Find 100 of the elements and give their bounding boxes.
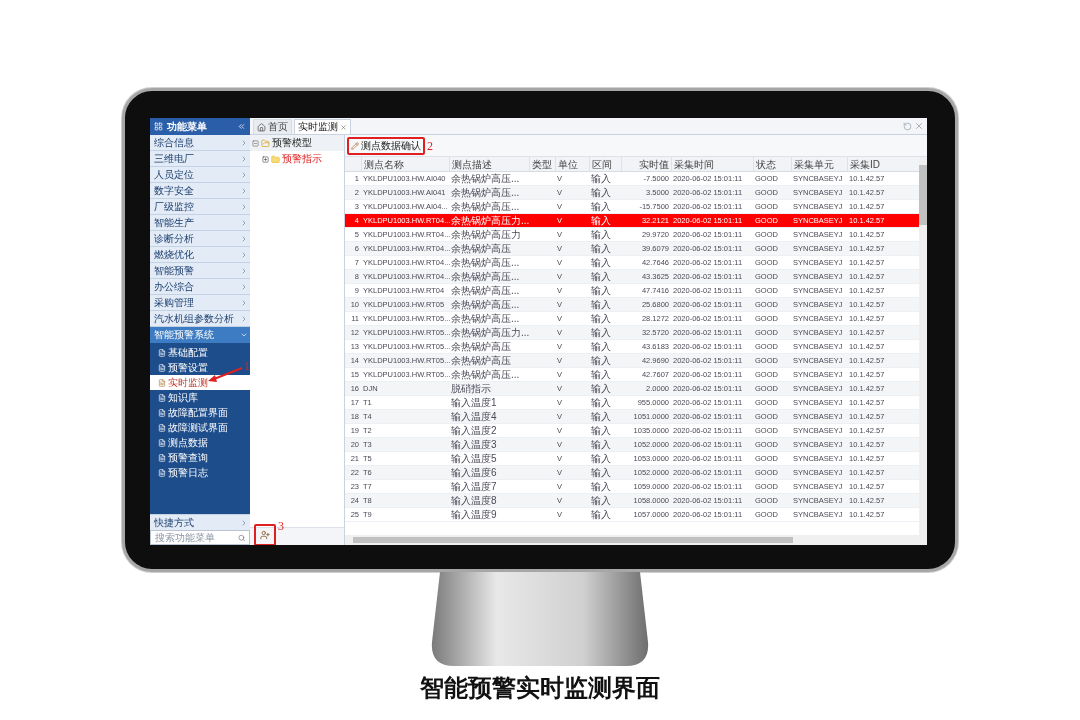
table-cell-text: 输入 bbox=[590, 270, 612, 283]
table-cell-text: 输入 bbox=[590, 382, 612, 395]
menu-search-field[interactable]: 搜索功能菜单 bbox=[150, 530, 250, 545]
horizontal-scrollbar[interactable] bbox=[345, 535, 927, 545]
column-header[interactable]: 采集时间 bbox=[671, 157, 753, 171]
close-icon[interactable] bbox=[914, 121, 924, 131]
column-header[interactable]: 采集ID bbox=[847, 157, 891, 171]
menu-item[interactable]: 三维电厂 bbox=[150, 151, 250, 167]
table-cell-text: 脱硝指示 bbox=[450, 382, 492, 395]
folder-icon bbox=[271, 154, 280, 164]
menu-item[interactable]: 采购管理 bbox=[150, 295, 250, 311]
vertical-scrollbar[interactable] bbox=[919, 157, 927, 535]
close-tab-icon[interactable] bbox=[340, 123, 347, 131]
table-cell-text: 输入 bbox=[590, 508, 612, 521]
table-cell-text: 输入温度3 bbox=[450, 438, 498, 451]
table-cell-text: 输入温度6 bbox=[450, 466, 498, 479]
menu-subitem[interactable]: 预警查询 bbox=[150, 450, 210, 465]
menu-item[interactable]: 汽水机组参数分析 bbox=[150, 311, 250, 327]
menu-subitem[interactable]: 故障配置界面 bbox=[150, 405, 230, 420]
table-cell-text: 输入 bbox=[590, 438, 612, 451]
table-cell-text: 输入温度5 bbox=[450, 452, 498, 465]
tab[interactable]: 实时监测 bbox=[294, 119, 351, 134]
column-header[interactable]: 区间 bbox=[589, 157, 621, 171]
menu-subitem[interactable]: 预警设置 bbox=[150, 360, 210, 375]
table-cell-text: 输入 bbox=[590, 312, 612, 325]
column-header[interactable]: 采集单元 bbox=[791, 157, 847, 171]
table-cell-text: 余热锅炉高压 bbox=[450, 340, 512, 353]
column-header[interactable]: 状态 bbox=[753, 157, 791, 171]
tree-root[interactable]: 预警模型 bbox=[250, 135, 344, 151]
document-icon bbox=[158, 393, 166, 402]
table-cell-text: 输入 bbox=[590, 214, 612, 227]
table-cell-text: 输入 bbox=[590, 396, 612, 409]
table-cell-text: 余热锅炉高压... bbox=[450, 298, 521, 311]
table-cell-text: 输入 bbox=[590, 466, 612, 479]
column-header[interactable]: 类型 bbox=[529, 157, 555, 171]
table-cell-text: 余热锅炉高压... bbox=[450, 256, 521, 269]
table-cell-text: 余热锅炉高压... bbox=[450, 172, 521, 185]
table-cell-text: 输入温度1 bbox=[450, 396, 498, 409]
menu-item[interactable]: 厂级监控 bbox=[150, 199, 250, 215]
table-cell-text: 输入温度8 bbox=[450, 494, 498, 507]
table-cell-text: 输入 bbox=[590, 186, 612, 199]
table-cell-text: 输入 bbox=[590, 480, 612, 493]
expand-toggle-icon[interactable] bbox=[262, 155, 269, 163]
refresh-icon[interactable] bbox=[903, 121, 912, 131]
table-cell-text: 输入 bbox=[590, 354, 612, 367]
table-cell-text: 输入 bbox=[590, 340, 612, 353]
table-cell-text: 输入 bbox=[590, 228, 612, 241]
menu-item[interactable]: 智能预警 bbox=[150, 263, 250, 279]
annotation-number: 2 bbox=[427, 139, 433, 152]
confirm-data-button[interactable]: 测点数据确认 bbox=[351, 140, 421, 151]
table-cell-text: 输入 bbox=[590, 298, 612, 311]
menu-subitem[interactable]: 测点数据 bbox=[150, 435, 210, 450]
menu-group-header[interactable]: 智能预警系统 bbox=[150, 327, 250, 343]
table-cell-text: 输入 bbox=[590, 200, 612, 213]
table-cell-text: 余热锅炉高压... bbox=[450, 186, 521, 199]
chevron-down-icon bbox=[240, 331, 248, 339]
menu-subitem[interactable]: 预警日志 bbox=[150, 465, 210, 480]
table-cell-text: 输入温度7 bbox=[450, 480, 498, 493]
menu-item[interactable]: 诊断分析 bbox=[150, 231, 250, 247]
table-cell-text: 输入 bbox=[590, 368, 612, 381]
menu-item[interactable]: 快捷方式 bbox=[150, 514, 250, 530]
collapse-icon[interactable] bbox=[237, 122, 246, 131]
table-cell-text: 输入 bbox=[590, 284, 612, 297]
annotation-arrow bbox=[206, 366, 244, 384]
column-header[interactable]: 单位 bbox=[555, 157, 589, 171]
menu-item[interactable]: 办公综合 bbox=[150, 279, 250, 295]
table-cell-text: 余热锅炉高压力... bbox=[450, 214, 529, 227]
table-cell-text: 输入 bbox=[590, 410, 612, 423]
menu-item[interactable]: 人员定位 bbox=[150, 167, 250, 183]
document-icon bbox=[158, 453, 166, 462]
search-icon[interactable] bbox=[237, 533, 245, 542]
tab[interactable]: 首页 bbox=[253, 119, 292, 134]
table-cell-text: 余热锅炉高压... bbox=[450, 312, 521, 325]
document-icon bbox=[158, 378, 166, 387]
folder-icon bbox=[261, 138, 270, 148]
table-cell-text: 输入温度4 bbox=[450, 410, 498, 423]
document-icon bbox=[158, 438, 166, 447]
table-cell-text: 输入 bbox=[590, 452, 612, 465]
column-header[interactable]: 测点名称 bbox=[361, 157, 449, 171]
menu-item[interactable]: 智能生产 bbox=[150, 215, 250, 231]
menu-subitem[interactable]: 基础配置 bbox=[150, 345, 210, 360]
column-header[interactable]: 测点描述 bbox=[449, 157, 529, 171]
pencil-icon bbox=[351, 141, 359, 150]
table-cell-text: 输入 bbox=[590, 172, 612, 185]
table-cell-text: 余热锅炉高压... bbox=[450, 284, 521, 297]
document-icon bbox=[158, 348, 166, 357]
menu-item[interactable]: 数字安全 bbox=[150, 183, 250, 199]
table-cell-text: 余热锅炉高压力 bbox=[450, 228, 522, 241]
user-add-icon[interactable] bbox=[260, 529, 270, 540]
table-cell-text: 余热锅炉高压 bbox=[450, 242, 512, 255]
menu-item[interactable]: 综合信息 bbox=[150, 135, 250, 151]
menu-subitem[interactable]: 知识库 bbox=[150, 390, 200, 405]
document-icon bbox=[158, 408, 166, 417]
menu-subitem[interactable]: 故障测试界面 bbox=[150, 420, 230, 435]
column-header[interactable]: 实时值 bbox=[621, 157, 671, 171]
menu-item[interactable]: 燃烧优化 bbox=[150, 247, 250, 263]
collapse-toggle-icon[interactable] bbox=[252, 139, 259, 147]
tree-node[interactable]: 预警指示 bbox=[250, 151, 344, 167]
menu-subitem[interactable]: 实时监测 bbox=[150, 375, 250, 390]
grid-icon bbox=[154, 122, 163, 131]
